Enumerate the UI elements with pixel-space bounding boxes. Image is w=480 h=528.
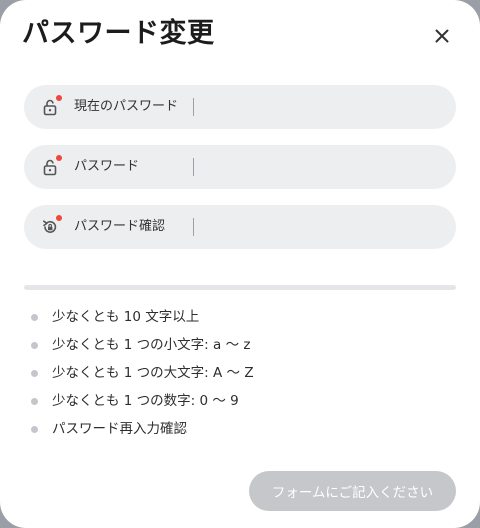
bullet-icon xyxy=(31,370,38,377)
bullet-icon xyxy=(31,342,38,349)
reset-lock-icon xyxy=(43,220,57,233)
required-indicator xyxy=(56,155,62,161)
close-button[interactable] xyxy=(428,22,456,50)
new-password-input[interactable] xyxy=(202,151,442,185)
field-label: パスワード確認 xyxy=(74,219,166,234)
submit-button[interactable]: フォームにご記入ください xyxy=(249,471,456,511)
bullet-icon xyxy=(31,398,38,405)
requirement-item: 少なくとも 10 文字以上 xyxy=(24,303,254,331)
requirement-item: 少なくとも 1 つの小文字: a 〜 z xyxy=(24,331,254,359)
required-indicator xyxy=(56,215,62,221)
current-password-field[interactable]: 現在のパスワード xyxy=(24,85,456,129)
requirement-text: 少なくとも 10 文字以上 xyxy=(52,309,200,325)
close-icon xyxy=(435,29,449,43)
requirement-text: パスワード再入力確認 xyxy=(52,421,187,437)
requirement-text: 少なくとも 1 つの小文字: a 〜 z xyxy=(52,337,251,353)
lock-icon xyxy=(43,99,57,116)
required-indicator xyxy=(56,95,62,101)
confirm-password-field[interactable]: パスワード確認 xyxy=(24,205,456,249)
field-label: 現在のパスワード xyxy=(74,99,179,114)
requirement-item: 少なくとも 1 つの数字: 0 〜 9 xyxy=(24,387,254,415)
password-requirements: 少なくとも 10 文字以上 少なくとも 1 つの小文字: a 〜 z 少なくとも… xyxy=(24,303,254,443)
field-label: パスワード xyxy=(74,159,140,174)
new-password-field[interactable]: パスワード xyxy=(24,145,456,189)
confirm-password-input[interactable] xyxy=(202,211,442,245)
requirement-item: 少なくとも 1 つの大文字: A 〜 Z xyxy=(24,359,254,387)
requirement-text: 少なくとも 1 つの大文字: A 〜 Z xyxy=(52,365,254,381)
bullet-icon xyxy=(31,426,38,433)
bullet-icon xyxy=(31,314,38,321)
current-password-input[interactable] xyxy=(202,91,442,125)
dialog-title: パスワード変更 xyxy=(22,18,215,49)
password-change-dialog: パスワード変更 現在のパスワード パスワード パスワード確認 少なくとも 10 … xyxy=(0,0,480,528)
requirement-text: 少なくとも 1 つの数字: 0 〜 9 xyxy=(52,393,239,409)
password-strength-meter xyxy=(24,285,456,290)
field-divider xyxy=(193,158,194,176)
lock-icon xyxy=(43,159,57,176)
field-divider xyxy=(193,218,194,236)
requirement-item: パスワード再入力確認 xyxy=(24,415,254,443)
field-divider xyxy=(193,98,194,116)
